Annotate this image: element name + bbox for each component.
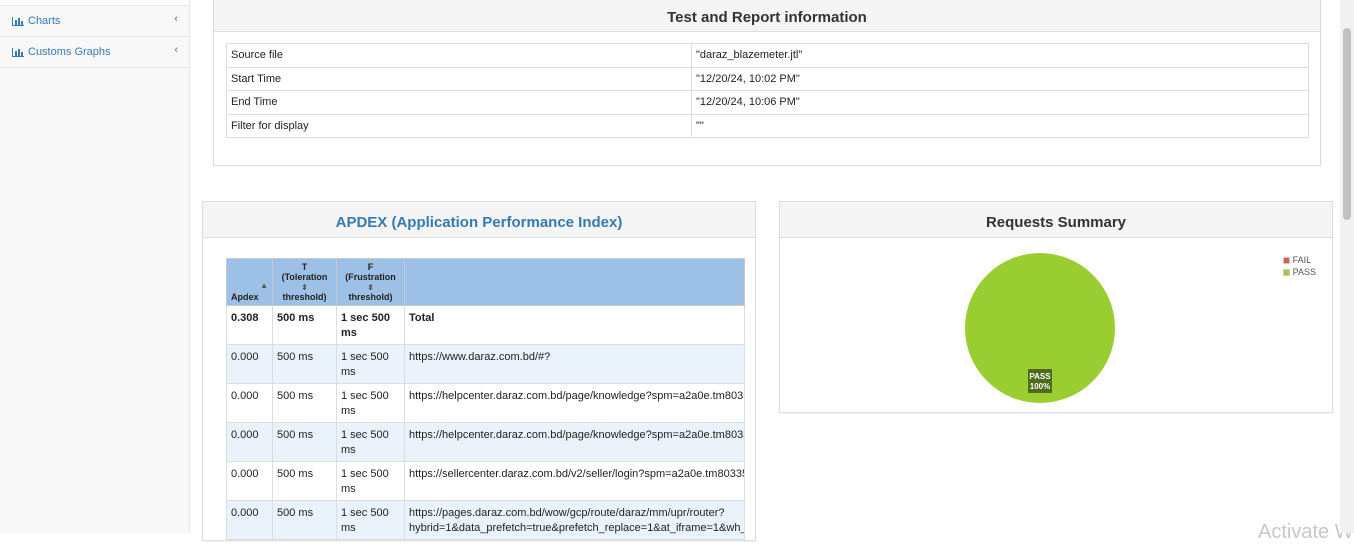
request-label: https://helpcenter.daraz.com.bd/page/kno… bbox=[404, 422, 745, 462]
row-label: Filter for display bbox=[226, 113, 692, 138]
bar-chart-icon bbox=[12, 47, 24, 57]
slice-label-name: PASS bbox=[1029, 372, 1051, 381]
header-label: (Frustration bbox=[345, 272, 396, 282]
report-info-table: Source file "daraz_blazemeter.jtl" Start… bbox=[226, 43, 1309, 138]
toleration-value: 500 ms bbox=[272, 383, 337, 423]
table-row: End Time "12/20/24, 10:06 PM" bbox=[226, 90, 1309, 115]
main-content: Test and Report information Source file … bbox=[190, 0, 1354, 543]
sort-asc-icon: ▲ bbox=[260, 281, 268, 290]
apdex-table: ▲ Apdex T (Toleration ⬍ threshold) F (Fr… bbox=[226, 258, 745, 540]
header-label: Apdex bbox=[231, 292, 259, 302]
sidebar-item-charts[interactable]: Charts ‹ bbox=[0, 6, 189, 37]
toleration-value: 500 ms bbox=[272, 500, 337, 540]
chevron-left-icon[interactable]: ‹ bbox=[174, 44, 178, 56]
chart-legend: FAIL PASS bbox=[1283, 254, 1316, 278]
legend-label: FAIL bbox=[1292, 255, 1312, 265]
toleration-value: 500 ms bbox=[272, 461, 337, 501]
apdex-value: 0.000 bbox=[226, 422, 273, 462]
apdex-value: 0.308 bbox=[226, 305, 273, 345]
slice-label-percent: 100% bbox=[1030, 382, 1050, 391]
frustration-value: 1 sec 500 ms bbox=[336, 422, 405, 462]
table-row: 0.000 500 ms 1 sec 500 ms https://pages.… bbox=[226, 500, 745, 540]
request-label: https://www.daraz.com.bd/#? bbox=[404, 344, 745, 384]
frustration-value: 1 sec 500 ms bbox=[336, 305, 405, 345]
header-label: T bbox=[301, 262, 308, 272]
header-label: threshold) bbox=[282, 292, 327, 302]
legend-label: PASS bbox=[1292, 267, 1316, 277]
report-info-panel: Test and Report information Source file … bbox=[213, 0, 1321, 166]
row-value: "daraz_blazemeter.jtl" bbox=[691, 43, 1309, 68]
requests-summary-panel: Requests Summary PASS 100% FAIL PASS bbox=[779, 201, 1333, 413]
bar-chart-icon bbox=[12, 16, 24, 26]
column-header-toleration[interactable]: T (Toleration ⬍ threshold) bbox=[272, 258, 337, 306]
table-row: 0.000 500 ms 1 sec 500 ms https://helpce… bbox=[226, 422, 745, 462]
frustration-value: 1 sec 500 ms bbox=[336, 461, 405, 501]
chevron-left-icon[interactable]: ‹ bbox=[174, 13, 178, 25]
scrollbar-thumb[interactable] bbox=[1343, 28, 1351, 220]
table-row: Source file "daraz_blazemeter.jtl" bbox=[226, 43, 1309, 68]
table-row: 0.000 500 ms 1 sec 500 ms https://helpce… bbox=[226, 383, 745, 423]
table-header-row: ▲ Apdex T (Toleration ⬍ threshold) F (Fr… bbox=[226, 258, 745, 306]
frustration-value: 1 sec 500 ms bbox=[336, 383, 405, 423]
sort-icon: ⬍ bbox=[301, 283, 308, 292]
row-value: "12/20/24, 10:02 PM" bbox=[691, 66, 1309, 91]
apdex-value: 0.000 bbox=[226, 383, 273, 423]
table-row: 0.000 500 ms 1 sec 500 ms https://www.da… bbox=[226, 344, 745, 384]
column-header-frustration[interactable]: F (Frustration ⬍ threshold) bbox=[336, 258, 405, 306]
table-row: Filter for display "" bbox=[226, 113, 1309, 138]
table-row: 0.000 500 ms 1 sec 500 ms https://seller… bbox=[226, 461, 745, 501]
header-label: (Toleration bbox=[281, 272, 328, 282]
legend-swatch-pass bbox=[1283, 269, 1291, 276]
panel-title: Requests Summary bbox=[780, 202, 1332, 238]
request-label: https://helpcenter.daraz.com.bd/page/kno… bbox=[404, 383, 745, 423]
frustration-value: 1 sec 500 ms bbox=[336, 344, 405, 384]
apdex-panel: APDEX (Application Performance Index) ▲ … bbox=[202, 201, 756, 541]
request-label: https://pages.daraz.com.bd/wow/gcp/route… bbox=[404, 500, 745, 540]
row-label: End Time bbox=[226, 90, 692, 115]
column-header-apdex[interactable]: ▲ Apdex bbox=[226, 258, 273, 306]
row-value: "12/20/24, 10:06 PM" bbox=[691, 90, 1309, 115]
sort-icon: ⬍ bbox=[367, 283, 374, 292]
table-row: Start Time "12/20/24, 10:02 PM" bbox=[226, 66, 1309, 91]
legend-item-pass[interactable]: PASS bbox=[1283, 266, 1316, 278]
requests-pie-chart: PASS100% bbox=[965, 253, 1115, 403]
apdex-value: 0.000 bbox=[226, 461, 273, 501]
toleration-value: 500 ms bbox=[272, 344, 337, 384]
request-label: https://sellercenter.daraz.com.bd/v2/sel… bbox=[404, 461, 745, 501]
panel-title: Test and Report information bbox=[214, 0, 1320, 32]
request-label: Total bbox=[404, 305, 745, 345]
sidebar-item-label: Charts bbox=[28, 15, 61, 27]
column-header-label[interactable] bbox=[404, 258, 745, 306]
header-label: F bbox=[367, 262, 374, 272]
row-value: "" bbox=[691, 113, 1309, 138]
sidebar: Charts ‹ Customs Graphs ‹ bbox=[0, 0, 190, 533]
table-row: 0.308 500 ms 1 sec 500 ms Total bbox=[226, 305, 745, 345]
legend-item-fail[interactable]: FAIL bbox=[1283, 254, 1316, 266]
apdex-value: 0.000 bbox=[226, 344, 273, 384]
toleration-value: 500 ms bbox=[272, 305, 337, 345]
panel-title: APDEX (Application Performance Index) bbox=[203, 202, 755, 238]
apdex-table-wrapper[interactable]: ▲ Apdex T (Toleration ⬍ threshold) F (Fr… bbox=[226, 258, 745, 540]
pie-slice-label: PASS100% bbox=[1028, 369, 1052, 393]
header-label: threshold) bbox=[348, 292, 393, 302]
frustration-value: 1 sec 500 ms bbox=[336, 500, 405, 540]
row-label: Source file bbox=[226, 43, 692, 68]
sidebar-item-customs-graphs[interactable]: Customs Graphs ‹ bbox=[0, 37, 189, 68]
toleration-value: 500 ms bbox=[272, 422, 337, 462]
legend-swatch-fail bbox=[1283, 257, 1291, 264]
apdex-value: 0.000 bbox=[226, 500, 273, 540]
row-label: Start Time bbox=[226, 66, 692, 91]
page-scrollbar[interactable] bbox=[1340, 0, 1354, 533]
sidebar-item-label: Customs Graphs bbox=[28, 46, 111, 58]
